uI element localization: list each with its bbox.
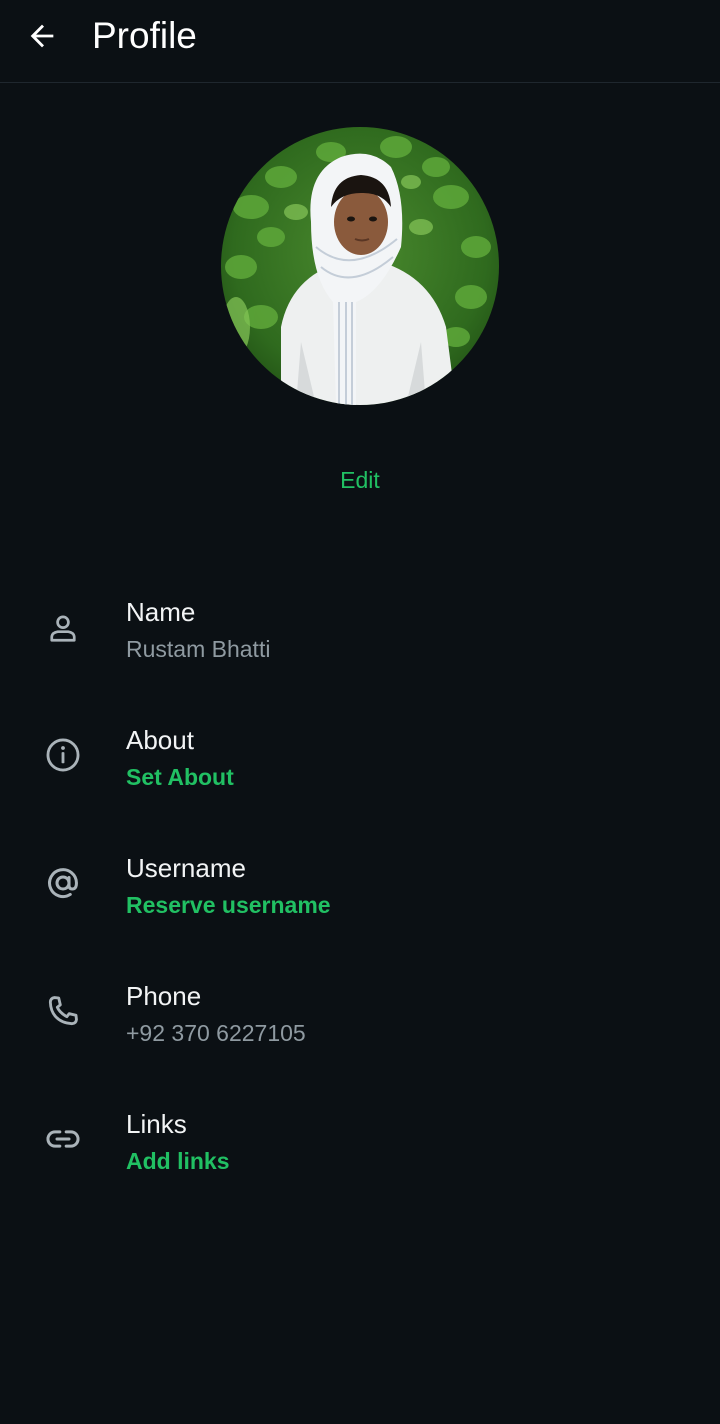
at-sign-icon [42, 862, 84, 904]
link-icon [42, 1118, 84, 1160]
phone-icon [42, 990, 84, 1032]
name-label: Name [126, 597, 196, 627]
arrow-left-icon [30, 24, 54, 48]
person-icon [42, 608, 84, 650]
profile-photo-image [221, 127, 499, 405]
page-title: Profile [92, 15, 197, 56]
username-label: Username [126, 853, 246, 883]
profile-screen: Profile Edit Name Rustam Bhatti About Se… [0, 0, 720, 1424]
add-links-link[interactable]: Add links [126, 1146, 230, 1176]
name-value: Rustam Bhatti [126, 636, 271, 662]
links-row[interactable]: Links Add links [0, 1102, 720, 1212]
phone-value: +92 370 6227105 [126, 1020, 306, 1046]
username-row[interactable]: Username Reserve username [0, 846, 720, 956]
phone-label: Phone [126, 981, 202, 1011]
about-label: About [126, 725, 194, 755]
reserve-username-link[interactable]: Reserve username [126, 890, 331, 920]
profile-photo[interactable] [221, 127, 499, 405]
links-label: Links [126, 1109, 187, 1139]
info-icon [42, 734, 84, 776]
back-button[interactable] [18, 12, 66, 60]
name-row[interactable]: Name Rustam Bhatti [0, 590, 720, 700]
phone-row[interactable]: Phone +92 370 6227105 [0, 974, 720, 1084]
about-row[interactable]: About Set About [0, 718, 720, 828]
set-about-link[interactable]: Set About [126, 762, 234, 792]
top-app-bar: Profile [0, 0, 720, 83]
edit-photo-link[interactable]: Edit [0, 465, 720, 495]
